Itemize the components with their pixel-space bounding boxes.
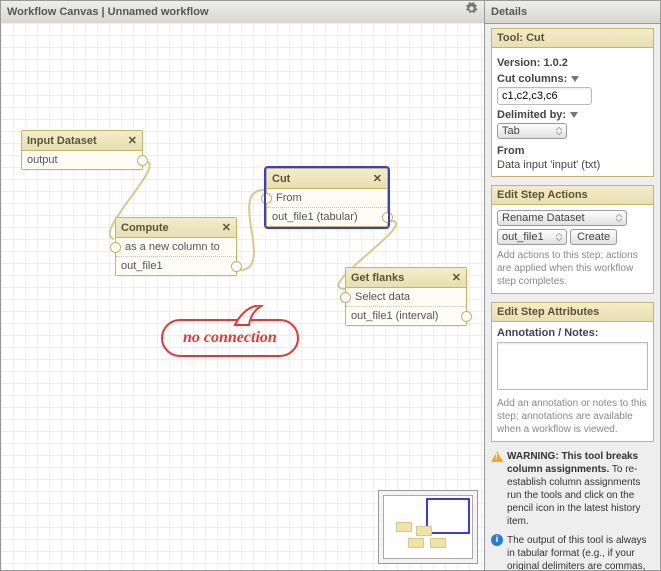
warning-icon — [491, 450, 503, 462]
actions-panel: Edit Step Actions Rename Dataset out_fil… — [491, 185, 654, 294]
annotation-label: Annotation / Notes: — [497, 327, 648, 339]
close-icon[interactable]: ✕ — [373, 172, 382, 185]
output-port[interactable] — [461, 311, 472, 322]
row-label: out_file1 — [121, 260, 163, 272]
canvas-header: Workflow Canvas | Unnamed workflow — [1, 1, 484, 24]
node-title: Compute — [121, 222, 169, 234]
node-header[interactable]: Get flanks ✕ — [346, 268, 466, 288]
info-note: i The output of this tool is always in t… — [491, 534, 654, 570]
tool-panel-head: Tool: Cut — [492, 29, 653, 48]
minimap-node — [408, 538, 424, 548]
from-value: Data input 'input' (txt) — [497, 159, 648, 171]
node-header[interactable]: Compute ✕ — [116, 218, 236, 238]
tool-panel: Tool: Cut Version: 1.0.2 Cut columns: De… — [491, 28, 654, 177]
cut-columns-label: Cut columns: — [497, 73, 648, 85]
minimap-node — [396, 522, 412, 532]
annotation-text: no connection — [183, 329, 277, 346]
annotation-bubble: no connection — [161, 319, 299, 357]
action-target-select[interactable]: out_file1 — [497, 229, 567, 245]
node-header[interactable]: Cut ✕ — [267, 169, 387, 189]
attributes-panel: Edit Step Attributes Annotation / Notes:… — [491, 302, 654, 442]
node-output-row: output — [22, 151, 142, 169]
gear-icon[interactable] — [465, 1, 478, 23]
input-port[interactable] — [261, 193, 272, 204]
node-output-row: out_file1 — [116, 257, 236, 275]
info-text: The output of this tool is always in tab… — [507, 534, 654, 570]
node-output-row: out_file1 (tabular) — [267, 208, 387, 226]
actions-hint: Add actions to this step; actions are ap… — [497, 249, 648, 288]
speech-tail — [233, 305, 267, 327]
actions-panel-head: Edit Step Actions — [492, 186, 653, 205]
node-title: Input Dataset — [27, 135, 97, 147]
close-icon[interactable]: ✕ — [128, 134, 137, 147]
row-label: out_file1 (tabular) — [272, 211, 358, 223]
row-label: Select data — [351, 291, 461, 303]
minimap-node — [430, 538, 446, 548]
node-input-row: Select data — [346, 288, 466, 307]
details-header: Details — [485, 1, 660, 24]
node-get-flanks[interactable]: Get flanks ✕ Select data out_file1 (inte… — [345, 267, 467, 326]
details-pane: Details Tool: Cut Version: 1.0.2 Cut col… — [485, 1, 660, 570]
input-port[interactable] — [340, 292, 351, 303]
workflow-canvas-pane: Workflow Canvas | Unnamed workflow Input… — [1, 1, 485, 570]
close-icon[interactable]: ✕ — [452, 271, 461, 284]
node-title: Cut — [272, 173, 290, 185]
node-title: Get flanks — [351, 272, 404, 284]
chevron-down-icon[interactable] — [570, 112, 578, 118]
delimited-by-label: Delimited by: — [497, 109, 648, 121]
node-input-row: as a new column to — [116, 238, 236, 257]
output-port[interactable] — [382, 212, 393, 223]
annotation-textarea[interactable] — [497, 342, 648, 390]
minimap-viewport[interactable] — [426, 498, 470, 534]
action-type-select[interactable]: Rename Dataset — [497, 210, 627, 226]
canvas-title: Workflow Canvas | Unnamed workflow — [7, 1, 209, 23]
row-label: as a new column to — [121, 241, 231, 253]
info-icon: i — [491, 534, 503, 546]
from-label: From — [497, 145, 648, 157]
cut-columns-input[interactable] — [497, 87, 592, 105]
version-label: Version: 1.0.2 — [497, 57, 648, 69]
node-cut[interactable]: Cut ✕ From out_file1 (tabular) — [266, 168, 388, 227]
row-label: From — [272, 192, 382, 204]
row-label: out_file1 (interval) — [351, 310, 438, 322]
warning-note: WARNING: This tool breaks column assignm… — [491, 450, 654, 528]
attributes-panel-head: Edit Step Attributes — [492, 303, 653, 322]
node-compute[interactable]: Compute ✕ as a new column to out_file1 — [115, 217, 237, 276]
chevron-down-icon[interactable] — [571, 76, 579, 82]
minimap-node — [416, 526, 432, 536]
create-button[interactable]: Create — [570, 229, 617, 245]
node-input-row: From — [267, 189, 387, 208]
minimap-inner — [383, 495, 473, 559]
input-port[interactable] — [110, 242, 121, 253]
node-input-dataset[interactable]: Input Dataset ✕ output — [21, 130, 143, 170]
details-title: Details — [491, 1, 527, 23]
delimiter-select[interactable]: Tab — [497, 123, 567, 139]
row-label: output — [27, 154, 58, 166]
minimap[interactable] — [378, 490, 478, 564]
output-port[interactable] — [231, 261, 242, 272]
node-output-row: out_file1 (interval) — [346, 307, 466, 325]
canvas-grid[interactable]: Input Dataset ✕ output Compute ✕ as a ne… — [1, 23, 484, 570]
node-header[interactable]: Input Dataset ✕ — [22, 131, 142, 151]
output-port[interactable] — [137, 155, 148, 166]
annotation-hint: Add an annotation or notes to this step;… — [497, 397, 648, 436]
close-icon[interactable]: ✕ — [222, 221, 231, 234]
